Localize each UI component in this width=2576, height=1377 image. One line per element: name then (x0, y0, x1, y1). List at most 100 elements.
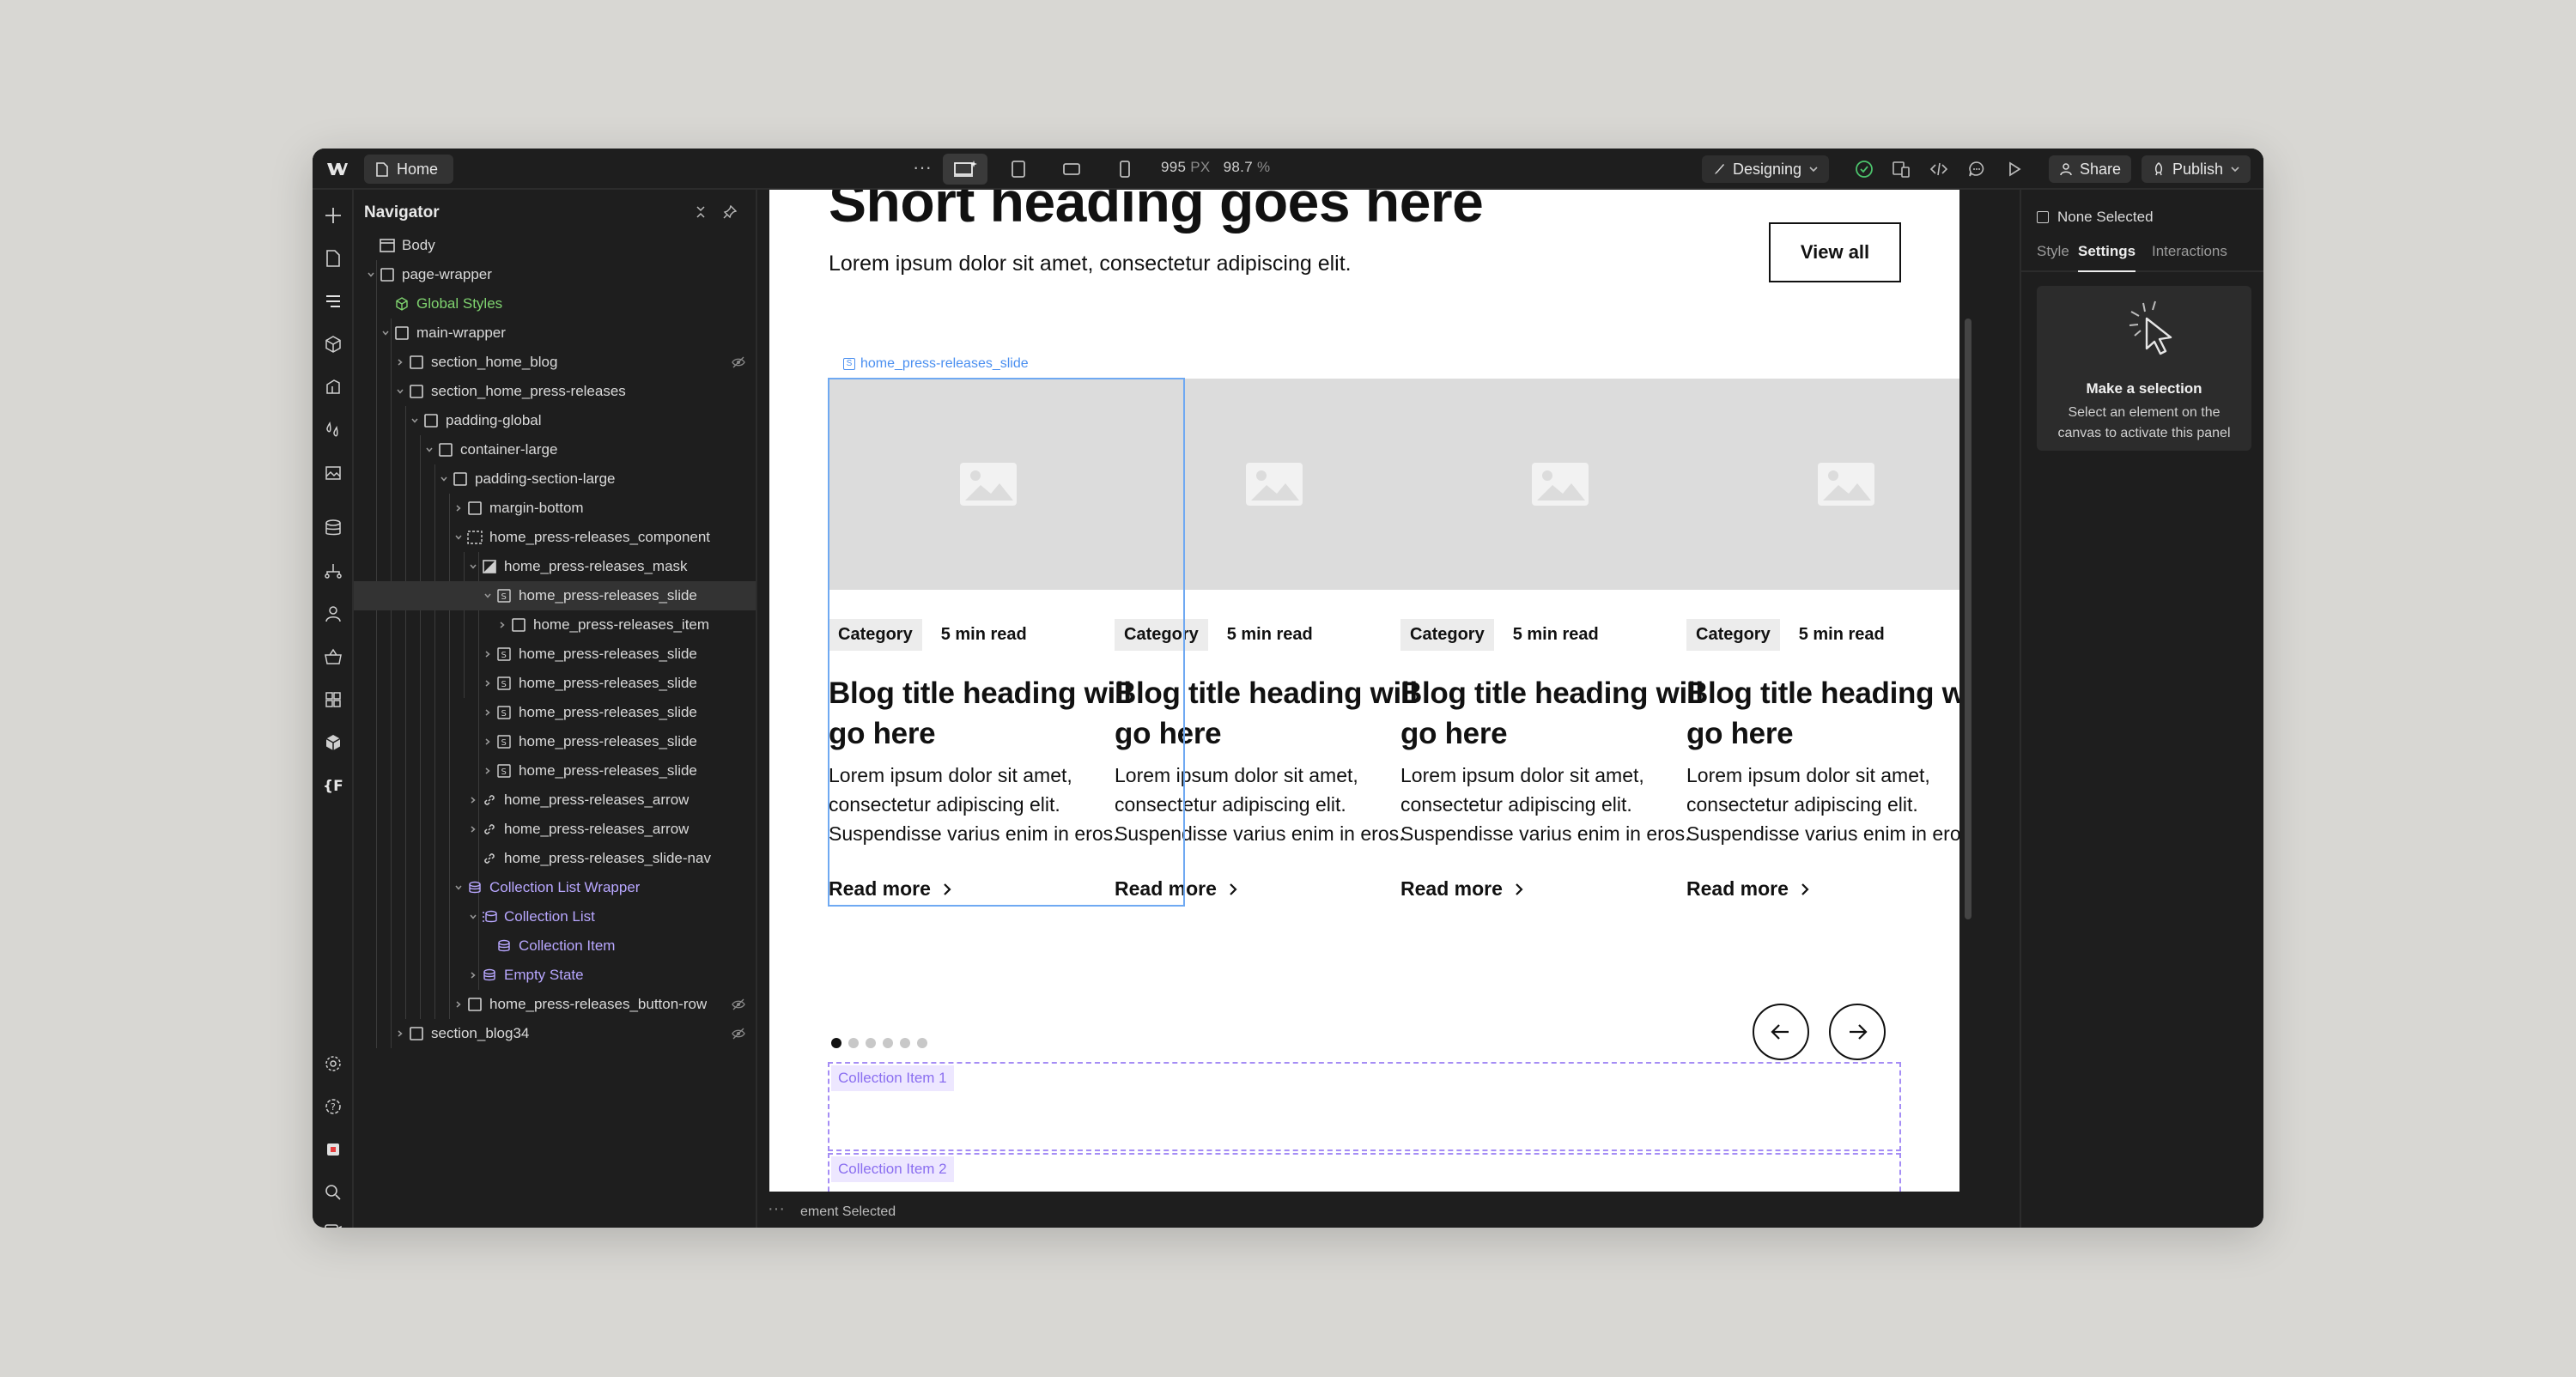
chevron-right-icon[interactable] (466, 968, 480, 982)
navigator-item[interactable]: section_home_blog (354, 348, 756, 377)
record-icon[interactable] (321, 1137, 345, 1162)
navigator-item[interactable]: home_press-releases_component (354, 523, 756, 552)
users-icon[interactable] (321, 602, 345, 626)
settings-gear-icon[interactable] (321, 1052, 345, 1076)
status-more-icon[interactable]: ··· (768, 1199, 785, 1219)
ecommerce-basket-icon[interactable] (321, 645, 345, 669)
chevron-down-icon[interactable] (364, 268, 378, 282)
variables-drops-icon[interactable] (321, 418, 345, 442)
category-tag[interactable]: Category (1686, 619, 1780, 651)
code-export-icon[interactable] (1927, 157, 1951, 181)
chevron-down-icon[interactable] (379, 326, 392, 340)
chevron-right-icon[interactable] (466, 822, 480, 836)
navigator-item[interactable]: Collection List (354, 902, 756, 931)
navigator-item[interactable]: section_blog34 (354, 1019, 756, 1048)
style-selectors-icon[interactable] (321, 375, 345, 399)
slide-dot[interactable] (848, 1038, 859, 1048)
navigator-item[interactable]: home_press-releases_arrow (354, 815, 756, 844)
press-release-slide-card[interactable]: Category 5 min read Blog title heading w… (1686, 379, 1959, 901)
view-all-button[interactable]: View all (1769, 222, 1901, 282)
navigator-item[interactable]: Body (354, 231, 756, 260)
chevron-right-icon[interactable] (481, 735, 495, 749)
navigator-item[interactable]: home_press-releases_slide-nav (354, 844, 756, 873)
chevron-right-icon[interactable] (393, 355, 407, 369)
navigator-item[interactable]: Collection List Wrapper (354, 873, 756, 902)
navigator-item[interactable]: Shome_press-releases_slide (354, 727, 756, 756)
navigator-item[interactable]: Shome_press-releases_slide (354, 581, 756, 610)
components-icon[interactable] (321, 332, 345, 356)
hidden-eye-icon[interactable] (732, 998, 745, 1011)
apps-icon[interactable] (321, 688, 345, 712)
logic-flow-icon[interactable] (321, 559, 345, 583)
video-tutorials-icon[interactable] (321, 1218, 345, 1228)
breakpoint-desktop-button[interactable] (943, 154, 987, 185)
slider-prev-arrow[interactable] (1753, 1004, 1809, 1060)
chevron-down-icon[interactable] (452, 531, 465, 544)
library-cube-icon[interactable] (321, 731, 345, 755)
preview-play-icon[interactable] (2002, 157, 2026, 181)
navigator-item[interactable]: main-wrapper (354, 318, 756, 348)
card-title[interactable]: Blog title heading will go here (1686, 673, 1959, 754)
navigator-item[interactable]: Shome_press-releases_slide (354, 698, 756, 727)
page-canvas[interactable]: Short heading goes here Lorem ipsum dolo… (769, 190, 1959, 1192)
share-button[interactable]: Share (2049, 155, 2132, 183)
designer-mode-dropdown[interactable]: Designing (1702, 155, 1830, 183)
chevron-right-icon[interactable] (393, 1027, 407, 1040)
collapse-all-icon[interactable] (690, 202, 711, 222)
navigator-item[interactable]: page-wrapper (354, 260, 756, 289)
navigator-item[interactable]: Shome_press-releases_slide (354, 669, 756, 698)
press-release-slide-card[interactable]: Category 5 min read Blog title heading w… (1400, 379, 1720, 901)
card-title[interactable]: Blog title heading will go here (1400, 673, 1720, 754)
slide-dot[interactable] (883, 1038, 893, 1048)
chevron-right-icon[interactable] (481, 647, 495, 661)
chevron-down-icon[interactable] (481, 589, 495, 603)
navigator-item[interactable]: section_home_press-releases (354, 377, 756, 406)
hidden-eye-icon[interactable] (732, 355, 745, 369)
chevron-down-icon[interactable] (452, 881, 465, 895)
navigator-item[interactable]: home_press-releases_mask (354, 552, 756, 581)
navigator-item[interactable]: home_press-releases_item (354, 610, 756, 640)
chevron-right-icon[interactable] (481, 676, 495, 690)
breakpoint-tablet-button[interactable] (996, 154, 1041, 185)
navigator-item[interactable]: Empty State (354, 961, 756, 990)
publish-button[interactable]: Publish (2142, 155, 2251, 183)
pages-icon[interactable] (321, 246, 345, 270)
chevron-right-icon[interactable] (481, 764, 495, 778)
navigator-item[interactable]: Shome_press-releases_slide (354, 640, 756, 669)
chevron-down-icon[interactable] (422, 443, 436, 457)
navigator-item[interactable]: padding-global (354, 406, 756, 435)
chevron-right-icon[interactable] (481, 706, 495, 719)
navigator-item[interactable]: home_press-releases_arrow (354, 786, 756, 815)
navigator-item[interactable]: Global Styles (354, 289, 756, 318)
audit-search-icon[interactable] (321, 1180, 345, 1204)
canvas-scrollbar[interactable] (1965, 318, 1971, 919)
pin-icon[interactable] (720, 202, 740, 222)
chevron-right-icon[interactable] (495, 618, 509, 632)
read-more-link[interactable]: Read more (1686, 877, 1959, 901)
slide-dot[interactable] (917, 1038, 927, 1048)
section-heading[interactable]: Short heading goes here (829, 190, 1484, 234)
assets-image-icon[interactable] (321, 461, 345, 485)
responsive-preview-icon[interactable] (1889, 157, 1913, 181)
chevron-down-icon[interactable] (466, 560, 480, 573)
add-element-icon[interactable] (321, 203, 345, 227)
chevron-down-icon[interactable] (437, 472, 451, 486)
navigator-item[interactable]: container-large (354, 435, 756, 464)
hidden-eye-icon[interactable] (732, 1027, 745, 1040)
navigator-icon[interactable] (321, 289, 345, 313)
slide-dot[interactable] (900, 1038, 910, 1048)
slide-dot[interactable] (831, 1038, 841, 1048)
chevron-down-icon[interactable] (393, 385, 407, 398)
navigator-item[interactable]: margin-bottom (354, 494, 756, 523)
navigator-item[interactable]: Shome_press-releases_slide (354, 756, 756, 786)
slider-next-arrow[interactable] (1829, 1004, 1886, 1060)
slide-dot[interactable] (866, 1038, 876, 1048)
help-icon[interactable]: ? (321, 1095, 345, 1119)
cms-database-icon[interactable] (321, 516, 345, 540)
breakpoint-mobile-portrait-button[interactable] (1103, 154, 1147, 185)
publish-status-check-icon[interactable] (1852, 157, 1876, 181)
tab-interactions[interactable]: Interactions (2152, 243, 2227, 272)
collection-item-2[interactable]: Collection Item 2 (828, 1153, 1901, 1192)
chevron-down-icon[interactable] (408, 414, 422, 428)
navigator-item[interactable]: home_press-releases_button-row (354, 990, 756, 1019)
